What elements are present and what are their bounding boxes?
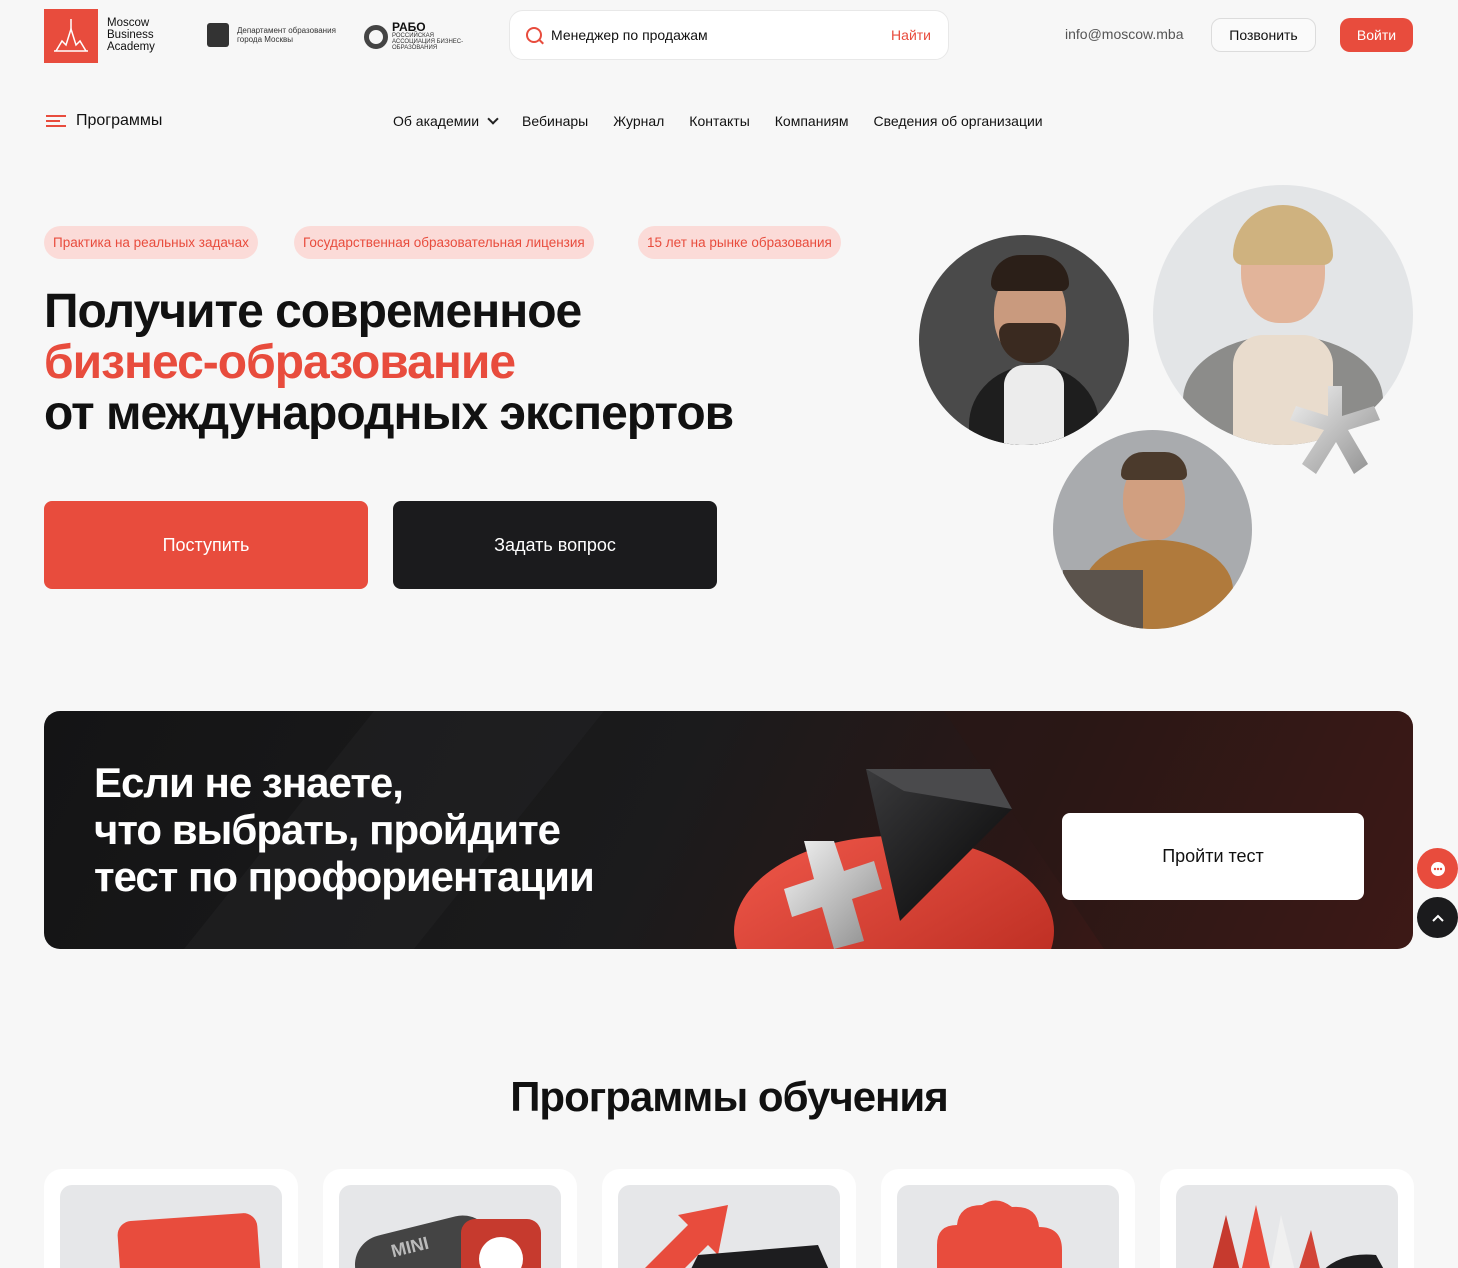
academy-logo[interactable] xyxy=(44,9,98,63)
program-card-image xyxy=(897,1185,1119,1268)
expert-photo-3 xyxy=(1053,430,1252,629)
program-card[interactable] xyxy=(44,1169,298,1268)
program-card-image: MINI xyxy=(339,1185,561,1268)
chat-button[interactable] xyxy=(1417,848,1458,889)
search-button[interactable]: Найти xyxy=(891,27,931,43)
kremlin-tower-icon xyxy=(54,19,88,52)
moscow-education-dept-logo: Департамент образования города Москвы xyxy=(207,23,341,47)
arrow-up-3d-icon xyxy=(645,1205,829,1268)
program-card[interactable]: MINI xyxy=(323,1169,577,1268)
program-card[interactable] xyxy=(1160,1169,1414,1268)
nav-item-journal[interactable]: Журнал xyxy=(613,113,664,129)
program-card-image xyxy=(1176,1185,1398,1268)
chevron-up-icon xyxy=(1431,914,1444,922)
main-nav: Об академии Вебинары Журнал Контакты Ком… xyxy=(393,113,1043,129)
nav-item-webinars[interactable]: Вебинары xyxy=(522,113,588,129)
chat-bubble-icon xyxy=(1430,861,1445,876)
career-test-banner: Если не знаете, что выбрать, пройдите те… xyxy=(44,711,1413,949)
search-input[interactable] xyxy=(551,27,892,43)
program-card[interactable] xyxy=(881,1169,1135,1268)
login-button[interactable]: Войти xyxy=(1340,18,1413,52)
search-bar: Найти xyxy=(509,10,949,60)
programs-section-title: Программы обучения xyxy=(510,1073,949,1120)
banner-title: Если не знаете, что выбрать, пройдите те… xyxy=(94,759,595,900)
nav-item-contacts[interactable]: Контакты xyxy=(689,113,749,129)
scroll-top-button[interactable] xyxy=(1417,897,1458,938)
moscow-emblem-icon xyxy=(207,23,229,47)
program-card-image xyxy=(60,1185,282,1268)
badge-license: Государственная образовательная лицензия xyxy=(294,226,594,259)
badge-years: 15 лет на рынке образования xyxy=(638,226,841,259)
ask-question-button[interactable]: Задать вопрос xyxy=(393,501,717,589)
take-test-button[interactable]: Пройти тест xyxy=(1062,813,1364,900)
logo-text: Moscow Business Academy xyxy=(107,17,155,53)
badge-practice: Практика на реальных задачах xyxy=(44,226,258,259)
call-button[interactable]: Позвонить xyxy=(1211,18,1316,52)
book-3d-icon xyxy=(1212,1205,1384,1268)
program-card-image xyxy=(618,1185,840,1268)
program-card[interactable] xyxy=(602,1169,856,1268)
nav-item-about[interactable]: Об академии xyxy=(393,113,499,129)
asterisk-3d-icon xyxy=(1290,386,1380,474)
chevron-down-icon xyxy=(487,113,499,125)
apply-button[interactable]: Поступить xyxy=(44,501,368,589)
expert-photo-1 xyxy=(919,235,1129,445)
rabo-logo: РАБО РОССИЙСКАЯ АССОЦИАЦИЯ БИЗНЕС-ОБРАЗО… xyxy=(364,21,472,51)
hero-title: Получите современное бизнес-образование … xyxy=(44,285,734,440)
contact-email-link[interactable]: info@moscow.mba xyxy=(1065,26,1183,42)
nav-item-org-info[interactable]: Сведения об организации xyxy=(873,113,1042,129)
nav-item-companies[interactable]: Компаниям xyxy=(775,113,849,129)
cloud-3d-icon xyxy=(937,1200,1062,1268)
rabo-mark-icon xyxy=(364,24,388,49)
search-icon xyxy=(526,27,542,43)
menu-lines-icon xyxy=(46,114,66,128)
programs-menu-button[interactable]: Программы xyxy=(46,112,162,130)
